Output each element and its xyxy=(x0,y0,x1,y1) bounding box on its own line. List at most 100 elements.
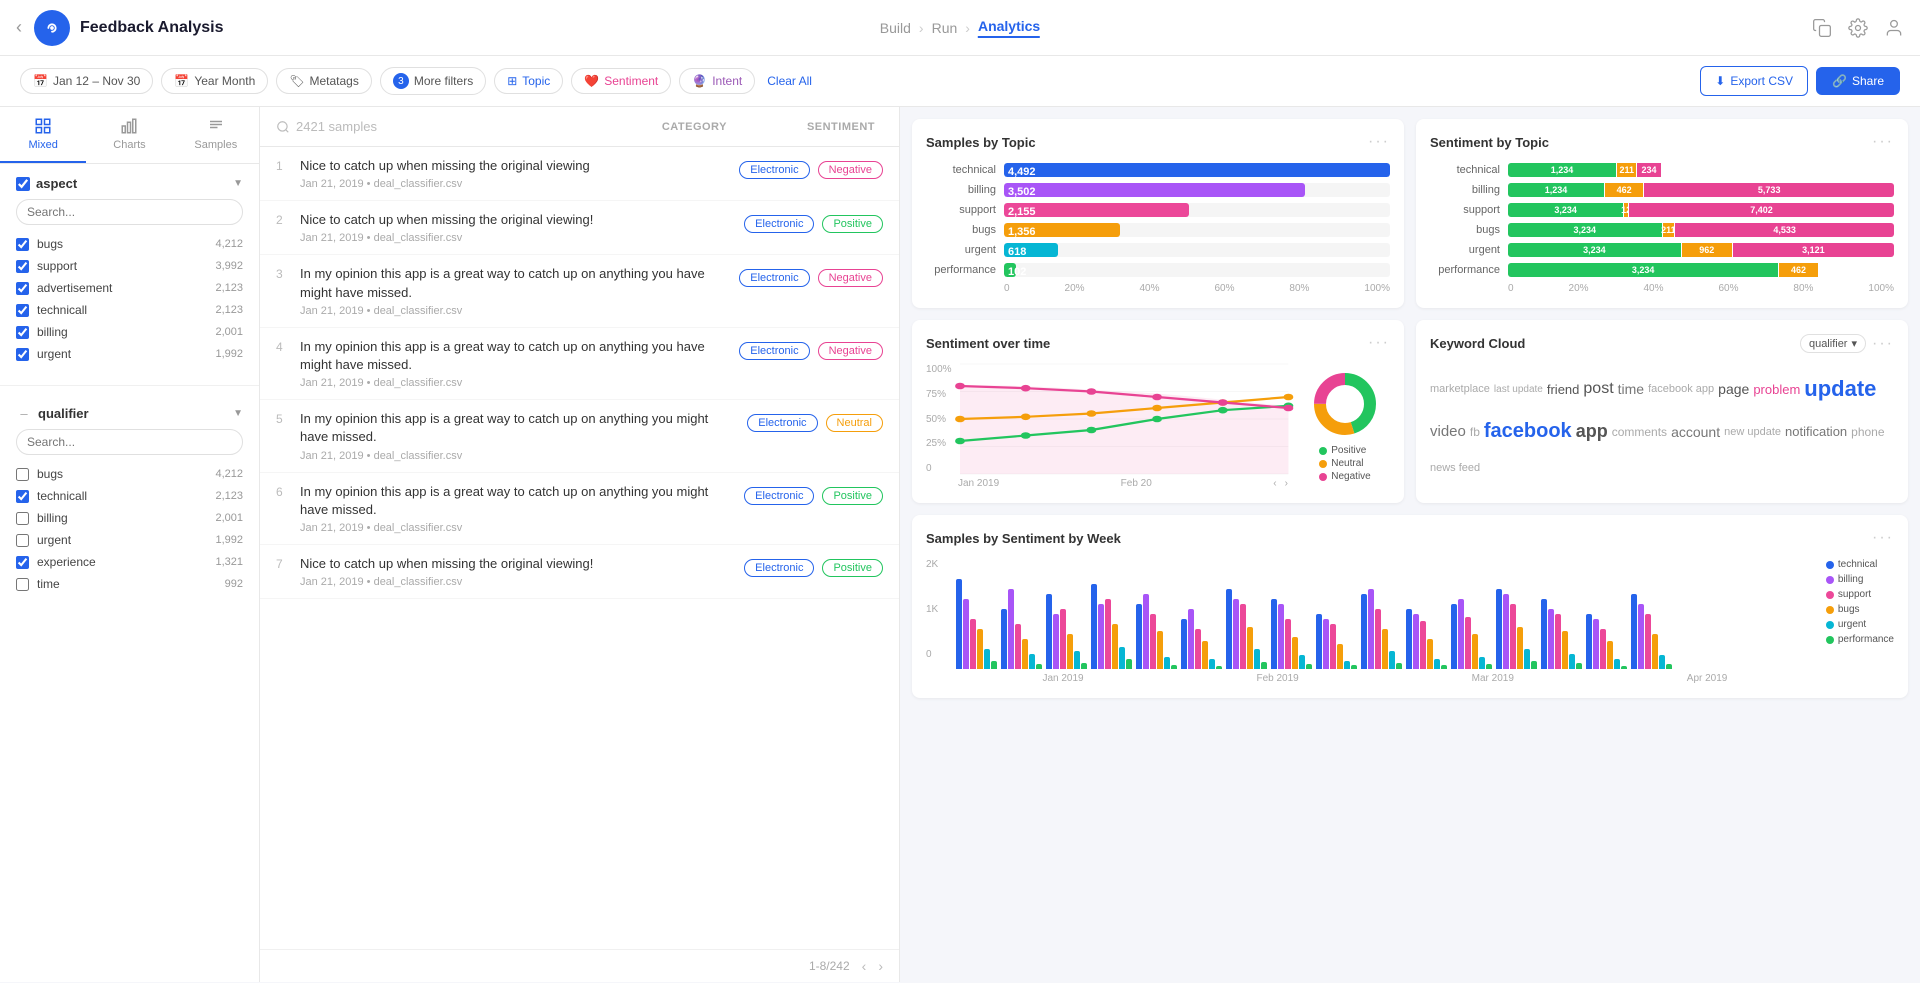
week-bar xyxy=(1226,589,1232,669)
sentiment-by-topic-more[interactable]: ··· xyxy=(1872,133,1894,151)
bugs-aspect-check[interactable] xyxy=(16,238,29,251)
urgent-aspect-check[interactable] xyxy=(16,348,29,361)
date-range-filter[interactable]: 📅 Jan 12 – Nov 30 xyxy=(20,68,153,94)
tab-samples[interactable]: Samples xyxy=(173,107,259,163)
table-row[interactable]: 2 Nice to catch up when missing the orig… xyxy=(260,201,899,255)
next-chart[interactable]: › xyxy=(1285,478,1288,489)
export-csv-button[interactable]: ⬇ Export CSV xyxy=(1700,66,1808,96)
week-bar xyxy=(1368,589,1374,669)
qualifier-search[interactable] xyxy=(16,429,243,455)
next-page-button[interactable]: › xyxy=(878,958,883,974)
table-row[interactable]: 4 In my opinion this app is a great way … xyxy=(260,328,899,400)
prev-chart[interactable]: ‹ xyxy=(1273,478,1276,489)
tab-charts[interactable]: Charts xyxy=(86,107,172,163)
sentiment-filter[interactable]: ❤️ Sentiment xyxy=(571,68,671,94)
week-bar-group xyxy=(1181,609,1222,669)
week-bar xyxy=(1164,657,1170,669)
week-bar xyxy=(1278,604,1284,669)
technicall-qualifier-check[interactable] xyxy=(16,490,29,503)
kw-last-update[interactable]: last update xyxy=(1494,384,1543,395)
more-filters[interactable]: 3 More filters xyxy=(380,67,486,95)
table-row[interactable]: 1 Nice to catch up when missing the orig… xyxy=(260,147,899,201)
breadcrumb-analytics[interactable]: Analytics xyxy=(978,18,1040,38)
topic-filter[interactable]: ⊞ Topic xyxy=(494,68,563,94)
kw-marketplace[interactable]: marketplace xyxy=(1430,383,1490,395)
week-bar xyxy=(1105,599,1111,669)
kw-facebook[interactable]: facebook xyxy=(1484,420,1572,443)
week-bar xyxy=(1181,619,1187,669)
download-icon: ⬇ xyxy=(1715,74,1725,88)
sentiment-bar-wrap: 3,2349623,121 xyxy=(1508,243,1894,257)
kw-app[interactable]: app xyxy=(1576,421,1608,442)
sentiment-seg: 211 xyxy=(1663,223,1675,237)
billing-qualifier-check[interactable] xyxy=(16,512,29,525)
topic-bar-wrap: 3,502 xyxy=(1004,183,1390,197)
kw-video[interactable]: video xyxy=(1430,423,1466,440)
kw-new-update[interactable]: new update xyxy=(1724,426,1781,438)
urgent-qualifier-check[interactable] xyxy=(16,534,29,547)
settings-icon[interactable] xyxy=(1848,18,1868,38)
qualifier-chevron[interactable]: ▼ xyxy=(233,408,243,419)
table-row[interactable]: 5 In my opinion this app is a great way … xyxy=(260,400,899,472)
sentiment-seg: 211 xyxy=(1617,163,1636,177)
copy-icon[interactable] xyxy=(1812,18,1832,38)
sentiment-seg: 4,533 xyxy=(1675,223,1894,237)
week-bar xyxy=(1593,619,1599,669)
sample-content: In my opinion this app is a great way to… xyxy=(300,265,731,316)
year-month-filter[interactable]: 📅 Year Month xyxy=(161,68,268,94)
main-layout: Mixed Charts Samples aspect ▼ bugs 4, xyxy=(0,107,1920,982)
aspect-chevron[interactable]: ▼ xyxy=(233,178,243,189)
kw-problem[interactable]: problem xyxy=(1753,382,1800,397)
sample-meta: Jan 21, 2019 • deal_classifier.csv xyxy=(300,178,731,190)
support-aspect-check[interactable] xyxy=(16,260,29,273)
kw-post[interactable]: post xyxy=(1583,380,1613,398)
share-button[interactable]: 🔗 Share xyxy=(1816,67,1900,95)
kw-time[interactable]: time xyxy=(1618,381,1644,397)
keyword-cloud-words: marketplace last update friend post time… xyxy=(1430,365,1894,485)
sentiment-seg: 5,733 xyxy=(1644,183,1894,197)
calendar2-icon: 📅 xyxy=(174,74,189,88)
bugs-qualifier-check[interactable] xyxy=(16,468,29,481)
prev-page-button[interactable]: ‹ xyxy=(862,958,867,974)
sentiment-over-time-more[interactable]: ··· xyxy=(1368,334,1390,352)
billing-aspect-check[interactable] xyxy=(16,326,29,339)
keyword-cloud-more[interactable]: ··· xyxy=(1872,335,1894,353)
kw-comments[interactable]: comments xyxy=(1612,425,1667,439)
tab-mixed[interactable]: Mixed xyxy=(0,107,86,163)
week-bar xyxy=(1323,619,1329,669)
breadcrumb-run[interactable]: Run xyxy=(932,20,958,36)
table-row[interactable]: 6 In my opinion this app is a great way … xyxy=(260,473,899,545)
samples-by-sentiment-week-more[interactable]: ··· xyxy=(1872,529,1894,547)
sentiment-by-topic-title: Sentiment by Topic xyxy=(1430,135,1549,150)
time-qualifier-check[interactable] xyxy=(16,578,29,591)
kw-facebook-app[interactable]: facebook app xyxy=(1648,383,1714,395)
qualifier-dropdown[interactable]: qualifier ▾ xyxy=(1800,334,1866,353)
advertisement-aspect-check[interactable] xyxy=(16,282,29,295)
samples-by-topic-more[interactable]: ··· xyxy=(1368,133,1390,151)
samples-header: 2421 samples CATEGORY SENTIMENT xyxy=(260,107,899,147)
kw-page[interactable]: page xyxy=(1718,381,1749,397)
samples-by-sentiment-week-card: Samples by Sentiment by Week ··· Jan 201… xyxy=(912,515,1908,698)
intent-filter[interactable]: 🔮 Intent xyxy=(679,68,755,94)
table-row[interactable]: 3 In my opinion this app is a great way … xyxy=(260,255,899,327)
col-sentiment-header: SENTIMENT xyxy=(807,121,875,133)
kw-friend[interactable]: friend xyxy=(1547,382,1580,397)
user-icon[interactable] xyxy=(1884,18,1904,38)
aspect-checkbox[interactable] xyxy=(16,177,30,191)
sentiment-badge: Positive xyxy=(822,487,883,505)
qualifier-collapse[interactable]: – xyxy=(16,406,32,421)
back-button[interactable]: ‹ xyxy=(16,17,22,38)
breadcrumb-build[interactable]: Build xyxy=(880,20,911,36)
table-row[interactable]: 7 Nice to catch up when missing the orig… xyxy=(260,545,899,599)
aspect-search[interactable] xyxy=(16,199,243,225)
experience-qualifier-check[interactable] xyxy=(16,556,29,569)
kw-update[interactable]: update xyxy=(1804,376,1876,402)
metatags-filter[interactable]: 🏷 Metatags xyxy=(276,68,372,94)
kw-news-feed[interactable]: news feed xyxy=(1430,462,1480,474)
kw-phone[interactable]: phone xyxy=(1851,425,1884,439)
kw-account[interactable]: account xyxy=(1671,424,1720,440)
kw-notification[interactable]: notification xyxy=(1785,424,1847,439)
clear-all-button[interactable]: Clear All xyxy=(767,74,812,88)
technicall-aspect-check[interactable] xyxy=(16,304,29,317)
kw-fb[interactable]: fb xyxy=(1470,425,1480,439)
